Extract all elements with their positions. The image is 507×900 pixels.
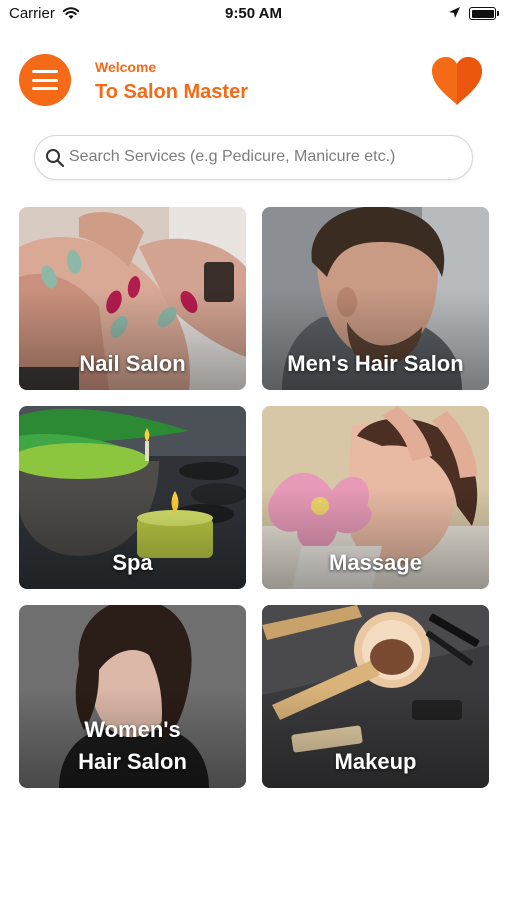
category-label: Massage bbox=[329, 550, 422, 575]
category-tile-spa[interactable]: Spa bbox=[19, 406, 246, 589]
search-icon bbox=[46, 149, 65, 168]
app-title: To Salon Master bbox=[95, 81, 248, 103]
category-tile-nail-salon[interactable]: Nail Salon bbox=[19, 207, 246, 390]
category-tile-mens-hair-salon[interactable]: Men's Hair Salon bbox=[262, 207, 489, 390]
welcome-text: Welcome bbox=[95, 59, 157, 75]
category-label: Spa bbox=[112, 550, 153, 575]
category-tile-womens-hair-salon[interactable]: Women's Hair Salon bbox=[19, 605, 246, 788]
category-tile-makeup[interactable]: Makeup bbox=[262, 605, 489, 788]
menu-button[interactable] bbox=[19, 54, 71, 106]
category-label: Makeup bbox=[334, 749, 417, 774]
location-arrow-icon bbox=[449, 7, 460, 18]
search-input[interactable] bbox=[69, 146, 459, 168]
category-tile-massage[interactable]: Massage bbox=[262, 406, 489, 589]
status-bar: Carrier 9:50 AM bbox=[0, 0, 507, 28]
category-label: Nail Salon bbox=[79, 351, 186, 376]
clock: 9:50 AM bbox=[225, 5, 282, 22]
search-bar[interactable] bbox=[34, 135, 473, 180]
battery-icon bbox=[469, 7, 499, 20]
category-label: Men's Hair Salon bbox=[287, 351, 464, 376]
heart-icon[interactable] bbox=[430, 55, 484, 107]
category-label: Women's Hair Salon bbox=[78, 717, 187, 774]
